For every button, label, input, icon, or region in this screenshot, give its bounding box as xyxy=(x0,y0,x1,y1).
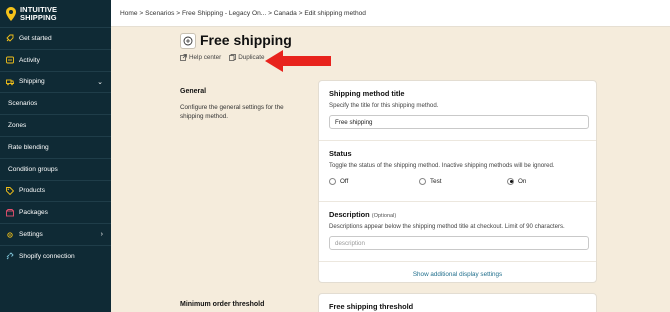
sidebar-item-label: Settings xyxy=(19,231,43,239)
status-radio-on[interactable]: On xyxy=(507,177,526,185)
sidebar: INTUITIVE SHIPPING Get started Activity … xyxy=(0,0,111,312)
link-icon xyxy=(6,252,14,260)
tag-icon xyxy=(6,187,14,195)
description-label: Description (Optional) xyxy=(329,210,397,219)
duplicate-button[interactable]: Duplicate xyxy=(229,54,264,61)
help-center-link[interactable]: Help center xyxy=(180,54,221,61)
truck-icon xyxy=(6,79,14,86)
sidebar-item-shopify-connection[interactable]: Shopify connection xyxy=(0,244,111,267)
sidebar-item-settings[interactable]: Settings › xyxy=(0,223,111,245)
radio-circle xyxy=(419,177,426,185)
annotation-arrow xyxy=(265,50,331,72)
status-radio-group: Off Test On xyxy=(329,175,586,187)
general-settings-card: Shipping method title Specify the title … xyxy=(318,80,597,283)
sidebar-item-label: Shopify connection xyxy=(19,252,75,260)
sidebar-item-zones[interactable]: Zones xyxy=(0,114,111,136)
activity-icon xyxy=(6,56,14,64)
sidebar-item-get-started[interactable]: Get started xyxy=(0,27,111,49)
radio-circle-selected xyxy=(507,177,514,185)
breadcrumb: Home > Scenarios > Free Shipping - Legac… xyxy=(111,0,670,27)
status-label: Status xyxy=(329,149,352,158)
threshold-card: Free shipping threshold xyxy=(318,293,597,312)
sidebar-item-products[interactable]: Products xyxy=(0,179,111,202)
show-additional-display-settings-link[interactable]: Show additional display settings xyxy=(319,262,596,285)
package-icon xyxy=(6,208,14,217)
radio-circle xyxy=(329,177,336,185)
sidebar-item-label: Rate blending xyxy=(8,143,49,151)
sidebar-item-rate-blending[interactable]: Rate blending xyxy=(0,135,111,158)
rocket-icon xyxy=(6,34,14,43)
description-help: Descriptions appear below the shipping m… xyxy=(329,223,565,230)
sidebar-item-label: Get started xyxy=(19,34,52,42)
external-link-icon xyxy=(180,54,187,61)
chevron-right-icon: › xyxy=(100,231,103,239)
threshold-section-label: Minimum order threshold xyxy=(180,301,265,308)
general-section-label: General xyxy=(180,88,207,95)
method-title-input[interactable]: Free shipping xyxy=(329,115,589,129)
app-logo[interactable]: INTUITIVE SHIPPING xyxy=(0,0,111,27)
breadcrumb-text[interactable]: Home > Scenarios > Free Shipping - Legac… xyxy=(120,10,366,17)
sidebar-item-activity[interactable]: Activity xyxy=(0,48,111,71)
sidebar-item-label: Activity xyxy=(19,56,40,64)
chevron-down-icon: ⌄ xyxy=(97,78,103,86)
copy-icon xyxy=(229,54,237,61)
sidebar-item-scenarios[interactable]: Scenarios xyxy=(0,92,111,114)
method-title-help: Specify the title for this shipping meth… xyxy=(329,102,439,109)
optional-tag: (Optional) xyxy=(371,213,397,219)
main-content: Free shipping Help center Duplicate Gene… xyxy=(111,27,670,312)
method-title-label: Shipping method title xyxy=(329,89,405,98)
sidebar-item-label: Products xyxy=(19,187,46,195)
sidebar-item-label: Condition groups xyxy=(8,165,58,173)
sidebar-item-label: Packages xyxy=(19,209,48,217)
sidebar-item-label: Shipping xyxy=(19,78,45,86)
sidebar-item-label: Scenarios xyxy=(8,100,38,108)
shipping-method-icon xyxy=(180,33,196,49)
description-input[interactable]: description xyxy=(329,236,589,250)
threshold-section: Free shipping threshold xyxy=(319,294,596,312)
sidebar-item-condition-groups[interactable]: Condition groups xyxy=(0,157,111,180)
status-radio-test[interactable]: Test xyxy=(419,177,507,185)
method-title-section: Shipping method title Specify the title … xyxy=(319,81,596,141)
page-actions: Help center Duplicate xyxy=(180,54,264,61)
location-pin-icon xyxy=(6,6,16,21)
sidebar-item-packages[interactable]: Packages xyxy=(0,201,111,223)
threshold-card-title: Free shipping threshold xyxy=(329,302,414,311)
general-section-description: Configure the general settings for the s… xyxy=(180,104,284,120)
sidebar-item-shipping[interactable]: Shipping ⌄ xyxy=(0,70,111,93)
sidebar-item-label: Zones xyxy=(8,122,27,130)
gear-icon xyxy=(7,231,13,238)
status-section: Status Toggle the status of the shipping… xyxy=(319,141,596,202)
brand-name: INTUITIVE SHIPPING xyxy=(20,4,58,22)
status-radio-off[interactable]: Off xyxy=(329,177,419,185)
description-section: Description (Optional) Descriptions appe… xyxy=(319,202,596,262)
page-title: Free shipping xyxy=(200,32,292,48)
status-help: Toggle the status of the shipping method… xyxy=(329,162,555,169)
